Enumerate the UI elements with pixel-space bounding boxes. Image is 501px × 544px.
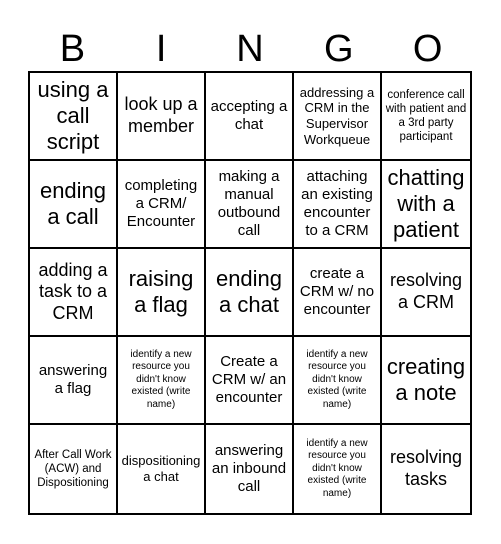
header-letter-n: N — [236, 28, 264, 70]
bingo-cell-r3-c5[interactable]: resolving a CRM — [382, 249, 470, 337]
bingo-cell-r1-c3[interactable]: accepting a chat — [206, 73, 294, 161]
bingo-cell-text: attaching an existing encounter to a CRM — [301, 168, 373, 239]
header-letter-o: O — [412, 28, 443, 70]
bingo-cell-r1-c4[interactable]: addressing a CRM in the Supervisor Workq… — [294, 73, 382, 161]
bingo-board: using a call script look up a member accep… — [28, 71, 472, 515]
header-letter-i: I — [155, 28, 167, 70]
bingo-cell-r3-c4[interactable]: create a CRM w/ no encounter — [294, 249, 382, 337]
bingo-cell-r3-c1[interactable]: adding a task to a CRM — [30, 249, 118, 337]
header-letter-b: B — [59, 28, 86, 70]
bingo-cell-text: identify a new resource you didn't know … — [130, 348, 192, 410]
bingo-cell-r3-c2[interactable]: raising a flag — [118, 249, 206, 337]
bingo-cell-text: resolving a CRM — [389, 270, 463, 312]
bingo-cell-r4-c2[interactable]: identify a new resource you didn't know … — [118, 337, 206, 425]
bingo-header: B I N G O — [28, 28, 472, 71]
bingo-cell-r1-c1[interactable]: using a call script — [30, 73, 118, 161]
bingo-cell-text: creating a note — [386, 354, 466, 405]
bingo-cell-r4-c3[interactable]: Create a CRM w/ an encounter — [206, 337, 294, 425]
bingo-cell-r4-c4[interactable]: identify a new resource you didn't know … — [294, 337, 382, 425]
bingo-cell-r5-c4[interactable]: identify a new resource you didn't know … — [294, 425, 382, 513]
header-letter-g: G — [324, 28, 354, 70]
bingo-cell-r2-c1[interactable]: ending a call — [30, 161, 118, 249]
bingo-cell-text: identify a new resource you didn't know … — [306, 437, 368, 499]
bingo-cell-text: raising a flag — [128, 266, 194, 317]
bingo-cell-r2-c4[interactable]: attaching an existing encounter to a CRM — [294, 161, 382, 249]
bingo-cell-text: making a manual outbound call — [217, 168, 281, 239]
bingo-cell-text: dispositioning a chat — [121, 453, 201, 484]
bingo-cell-text: accepting a chat — [210, 98, 288, 133]
bingo-cell-r3-c3[interactable]: ending a chat — [206, 249, 294, 337]
bingo-cell-r4-c1[interactable]: answering a flag — [30, 337, 118, 425]
bingo-cell-text: ending a chat — [215, 266, 283, 317]
bingo-cell-text: addressing a CRM in the Supervisor Workq… — [299, 84, 375, 147]
bingo-cell-text: answering a flag — [38, 362, 108, 397]
bingo-cell-text: conference call with patient and a 3rd p… — [385, 88, 467, 144]
bingo-cell-text: using a call script — [37, 77, 109, 154]
bingo-cell-text: resolving tasks — [389, 447, 463, 489]
bingo-cell-text: identify a new resource you didn't know … — [306, 348, 368, 410]
bingo-cell-r4-c5[interactable]: creating a note — [382, 337, 470, 425]
bingo-cell-text: adding a task to a CRM — [38, 259, 108, 323]
bingo-cell-r5-c5[interactable]: resolving tasks — [382, 425, 470, 513]
bingo-cell-r1-c2[interactable]: look up a member — [118, 73, 206, 161]
bingo-cell-r2-c3[interactable]: making a manual outbound call — [206, 161, 294, 249]
bingo-cell-r5-c3[interactable]: answering an inbound call — [206, 425, 294, 513]
bingo-cell-text: Create a CRM w/ an encounter — [211, 353, 287, 406]
bingo-cell-text: look up a member — [124, 94, 198, 136]
bingo-cell-text: After Call Work (ACW) and Dispositioning — [34, 448, 112, 489]
bingo-cell-text: chatting with a patient — [387, 165, 465, 242]
bingo-cell-r2-c2[interactable]: completing a CRM/ Encounter — [118, 161, 206, 249]
bingo-cell-r5-c1[interactable]: After Call Work (ACW) and Dispositioning — [30, 425, 118, 513]
bingo-cell-text: ending a call — [39, 178, 107, 229]
bingo-cell-r5-c2[interactable]: dispositioning a chat — [118, 425, 206, 513]
bingo-cell-r1-c5[interactable]: conference call with patient and a 3rd p… — [382, 73, 470, 161]
bingo-cell-text: completing a CRM/ Encounter — [124, 177, 198, 230]
bingo-cell-text: create a CRM w/ no encounter — [299, 265, 375, 318]
bingo-cell-text: answering an inbound call — [211, 442, 287, 495]
bingo-cell-r2-c5[interactable]: chatting with a patient — [382, 161, 470, 249]
